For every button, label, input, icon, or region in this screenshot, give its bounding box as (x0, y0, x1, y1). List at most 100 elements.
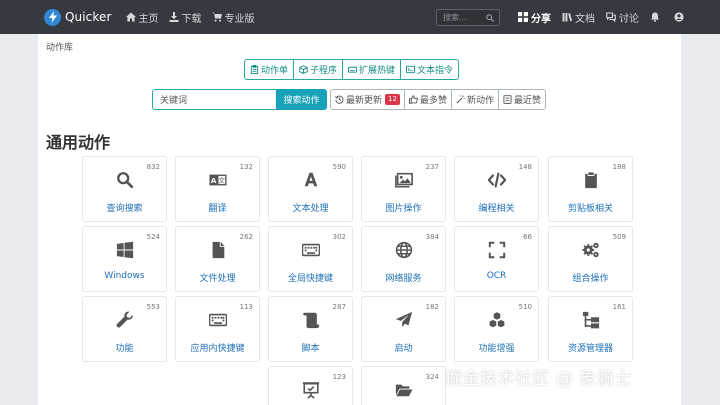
sort-most-likes-label: 最多赞 (419, 96, 447, 106)
category-label: 图片操作 (385, 204, 422, 214)
category-card-code[interactable]: 148 编程相关 (454, 156, 539, 222)
section-title: 通用动作 (46, 133, 111, 152)
category-card-launch[interactable]: 182 启动 (361, 296, 446, 362)
bolt-logo-icon (44, 8, 61, 26)
sort-tabs: 最新更新 12 最多赞 新动作 最近赞 (330, 89, 546, 110)
keyword-search-input[interactable]: 关键词 (152, 89, 276, 110)
category-card-file[interactable]: 262 文件处理 (175, 226, 260, 292)
top-navbar: Quicker 主页 下载 专业版 搜索... 分享 文档 讨论 (0, 0, 720, 34)
user-account-button[interactable] (674, 12, 687, 22)
list-box-icon (503, 95, 512, 104)
nav-home-link[interactable]: 主页 (125, 10, 159, 25)
category-count: 188 (612, 163, 626, 171)
nav-share-label: 分享 (531, 13, 551, 25)
category-count: 123 (332, 373, 346, 381)
cubes-icon (487, 310, 507, 330)
magic-wand-icon (456, 95, 465, 104)
category-card-images[interactable]: 237 图片操作 (361, 156, 446, 222)
category-card-app-hotkey[interactable]: 113 应用内快捷键 (175, 296, 260, 362)
category-count: 302 (332, 233, 346, 241)
search-actions-button[interactable]: 搜索动作 (276, 89, 327, 110)
tab-subprogram[interactable]: 子程序 (293, 59, 344, 80)
sitemap-icon (581, 310, 601, 330)
category-count: 553 (146, 303, 160, 311)
nav-download-label: 下载 (181, 13, 202, 25)
search-icon (115, 170, 135, 190)
category-card-combo[interactable]: 509 组合操作 (548, 226, 633, 292)
sort-latest-update-label: 最新更新 (346, 96, 383, 106)
category-label: 翻译 (208, 204, 227, 214)
category-card-clipboard[interactable]: 188 剪贴板相关 (548, 156, 633, 222)
category-count: 262 (239, 233, 253, 241)
svg-text:文: 文 (219, 176, 226, 185)
category-count: 509 (612, 233, 626, 241)
nav-discuss-link[interactable]: 讨论 (606, 10, 639, 25)
category-label: 组合操作 (572, 274, 609, 284)
category-count: 832 (146, 163, 160, 171)
keyboard-icon (208, 310, 228, 330)
search-icon[interactable] (486, 14, 494, 22)
history-icon (335, 95, 344, 104)
nav-search-input[interactable]: 搜索... (436, 9, 500, 26)
category-card-enhance[interactable]: 510 功能增强 (454, 296, 539, 362)
update-count-badge: 12 (385, 94, 400, 105)
cart-icon (211, 12, 222, 22)
category-card-global-hotkey[interactable]: 302 全局快捷键 (268, 226, 353, 292)
nav-docs-label: 文档 (575, 13, 595, 25)
tab-action-list[interactable]: 动作单 (244, 59, 295, 80)
images-icon (394, 170, 414, 190)
category-label: 文件处理 (199, 274, 236, 284)
code-icon (487, 170, 507, 190)
category-card-network[interactable]: 384 网络服务 (361, 226, 446, 292)
nav-pro-label: 专业版 (224, 13, 255, 25)
tab-ext-hotkey[interactable]: 扩展热键 (342, 59, 402, 80)
terminal-icon (406, 65, 416, 74)
nav-pro-link[interactable]: 专业版 (211, 10, 255, 25)
nav-download-link[interactable]: 下载 (169, 10, 202, 25)
category-card-windows[interactable]: 524 Windows (82, 226, 167, 292)
nav-docs-link[interactable]: 文档 (562, 10, 595, 25)
category-count: 113 (239, 303, 253, 311)
category-card-translate[interactable]: 132 A文 翻译 (175, 156, 260, 222)
nav-share-link[interactable]: 分享 (518, 10, 551, 25)
category-label: 资源管理器 (567, 344, 613, 354)
tab-text-command-label: 文本指令 (417, 66, 454, 76)
nav-search-placeholder: 搜索... (443, 13, 467, 22)
category-card-folder[interactable]: 324 (361, 366, 446, 405)
sort-recent-likes-label: 最近赞 (513, 96, 541, 106)
globe-icon (394, 240, 414, 260)
category-label: 查询搜索 (106, 204, 143, 214)
sort-new-actions[interactable]: 新动作 (450, 89, 499, 110)
sort-most-likes[interactable]: 最多赞 (403, 89, 452, 110)
notifications-button[interactable] (650, 12, 663, 22)
category-count: 324 (425, 373, 439, 381)
category-label: 启动 (394, 344, 413, 354)
brand-link[interactable]: Quicker (44, 8, 112, 26)
category-label: 剪贴板相关 (567, 204, 613, 214)
nav-discuss-label: 讨论 (619, 13, 639, 25)
category-card-search[interactable]: 832 查询搜索 (82, 156, 167, 222)
category-count: 524 (146, 233, 160, 241)
category-label: 网络服务 (385, 274, 422, 284)
cogs-icon (581, 240, 601, 260)
category-card-presentation[interactable]: 123 (268, 366, 353, 405)
category-card-text[interactable]: 590 文本处理 (268, 156, 353, 222)
breadcrumb: 动作库 (46, 43, 74, 53)
sort-latest-update[interactable]: 最新更新 12 (330, 89, 405, 110)
category-count: 148 (518, 163, 532, 171)
tab-ext-hotkey-label: 扩展热键 (359, 66, 396, 76)
home-icon (125, 12, 136, 22)
category-label: 功能 (115, 344, 134, 354)
comments-icon (606, 12, 616, 22)
sort-recent-likes[interactable]: 最近赞 (497, 89, 546, 110)
category-card-explorer[interactable]: 161 资源管理器 (548, 296, 633, 362)
category-label: 应用内快捷键 (190, 344, 245, 354)
category-card-function[interactable]: 553 功能 (82, 296, 167, 362)
brand-name: Quicker (65, 10, 112, 24)
category-card-script[interactable]: 287 脚本 (268, 296, 353, 362)
expand-icon (487, 240, 507, 260)
tab-text-command[interactable]: 文本指令 (400, 59, 460, 80)
category-label: 文本处理 (292, 204, 329, 214)
category-count: 510 (518, 303, 532, 311)
category-card-ocr[interactable]: 66 OCR (454, 226, 539, 292)
